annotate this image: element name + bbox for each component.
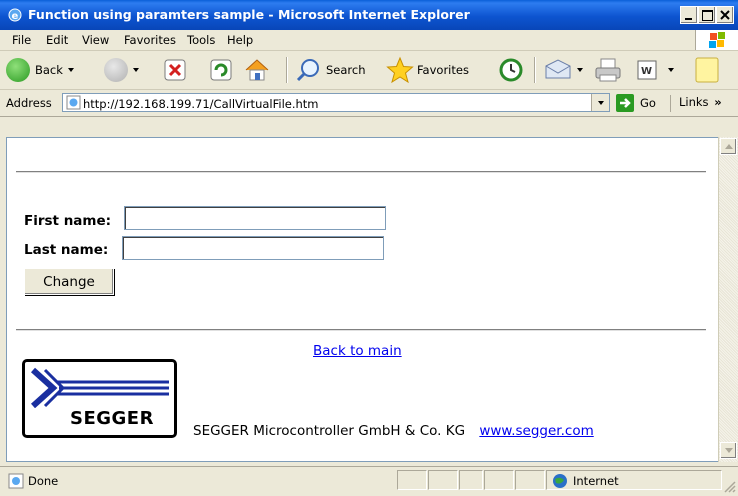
note-icon xyxy=(695,57,719,83)
title-bar: e Function using paramters sample - Micr… xyxy=(0,0,738,30)
messenger-button[interactable] xyxy=(694,55,720,85)
status-cell xyxy=(397,470,427,490)
company-name: SEGGER Microcontroller GmbH & Co. KG xyxy=(193,423,466,439)
history-icon xyxy=(499,58,523,82)
window-title: Function using paramters sample - Micros… xyxy=(28,7,470,22)
menu-view[interactable]: View xyxy=(82,33,109,47)
ie-icon: e xyxy=(8,8,22,22)
divider xyxy=(16,329,706,331)
stop-icon xyxy=(164,59,186,81)
search-icon xyxy=(296,59,319,82)
go-label: Go xyxy=(640,96,656,110)
home-icon xyxy=(245,59,269,81)
address-dropdown-button[interactable] xyxy=(591,94,609,111)
star-icon xyxy=(386,56,414,84)
refresh-icon xyxy=(210,59,232,81)
chevron-down-icon xyxy=(598,101,604,105)
status-text: Done xyxy=(28,474,59,488)
address-url: http://192.168.199.71/CallVirtualFile.ht… xyxy=(83,97,319,111)
maximize-icon xyxy=(702,10,713,21)
chevron-down-icon xyxy=(67,68,74,72)
chevron-up-icon xyxy=(725,144,733,149)
divider xyxy=(16,171,706,173)
scroll-up-button[interactable] xyxy=(720,138,737,155)
go-button[interactable]: Go xyxy=(616,94,656,112)
mail-icon xyxy=(545,59,571,79)
minimize-icon xyxy=(685,18,692,20)
status-cell xyxy=(515,470,545,490)
svg-text:e: e xyxy=(12,11,19,22)
toolbar-separator xyxy=(534,57,536,83)
menu-bar: File Edit View Favorites Tools Help xyxy=(0,30,738,51)
stop-button[interactable] xyxy=(164,55,186,85)
search-button[interactable]: Search xyxy=(296,55,366,85)
windows-logo xyxy=(695,30,738,50)
maximize-button[interactable] xyxy=(698,6,716,24)
favorites-button[interactable]: Favorites xyxy=(386,55,469,85)
status-cell xyxy=(428,470,458,490)
menu-favorites[interactable]: Favorites xyxy=(124,33,176,47)
page-done-icon xyxy=(8,473,24,489)
segger-logo-mark xyxy=(30,367,169,408)
close-icon xyxy=(720,10,730,20)
minimize-button[interactable] xyxy=(680,6,698,24)
status-bar: Done Internet xyxy=(0,466,738,496)
change-button[interactable]: Change xyxy=(24,268,114,295)
toolbar: Back Search Favorites W xyxy=(0,51,738,90)
menu-edit[interactable]: Edit xyxy=(46,33,68,47)
close-button[interactable] xyxy=(716,6,734,24)
logo-text: SEGGER xyxy=(70,408,154,429)
edit-button[interactable]: W xyxy=(636,55,674,85)
scroll-down-button[interactable] xyxy=(720,442,737,459)
first-name-input[interactable] xyxy=(124,206,386,230)
refresh-button[interactable] xyxy=(210,55,232,85)
page-icon xyxy=(66,95,81,110)
chevron-down-icon xyxy=(577,68,583,72)
history-button[interactable] xyxy=(498,55,524,85)
address-input[interactable]: http://192.168.199.71/CallVirtualFile.ht… xyxy=(62,93,610,112)
toolbar-separator xyxy=(286,57,288,83)
forward-arrow-icon xyxy=(104,58,128,82)
back-arrow-icon xyxy=(6,58,30,82)
menu-help[interactable]: Help xyxy=(227,33,253,47)
zone-label: Internet xyxy=(573,474,619,488)
segger-logo: SEGGER xyxy=(22,359,177,438)
browser-window: e Function using paramters sample - Micr… xyxy=(0,0,738,496)
address-bar: Address http://192.168.199.71/CallVirtua… xyxy=(0,90,738,117)
resize-grip-icon[interactable] xyxy=(722,479,736,493)
back-label: Back xyxy=(35,63,63,77)
print-button[interactable] xyxy=(594,55,622,85)
segger-website-link[interactable]: www.segger.com xyxy=(479,423,593,439)
globe-icon xyxy=(553,474,567,488)
last-name-input[interactable] xyxy=(122,236,384,260)
first-name-label: First name: xyxy=(24,213,112,229)
links-button[interactable]: Links » xyxy=(670,95,722,112)
svg-text:W: W xyxy=(641,66,652,77)
word-icon: W xyxy=(637,60,657,80)
forward-button[interactable] xyxy=(104,55,139,85)
favorites-label: Favorites xyxy=(417,63,469,77)
back-to-main-link[interactable]: Back to main xyxy=(313,343,402,359)
windows-flag-icon xyxy=(709,32,725,48)
status-cell xyxy=(459,470,483,490)
chevron-down-icon xyxy=(725,448,733,453)
search-label: Search xyxy=(326,63,366,77)
chevron-down-icon xyxy=(133,68,139,72)
status-cell xyxy=(484,470,514,490)
back-button[interactable]: Back xyxy=(6,55,74,85)
vertical-scrollbar[interactable] xyxy=(718,137,738,462)
menu-file[interactable]: File xyxy=(12,33,31,47)
chevron-down-icon xyxy=(668,68,674,72)
menu-tools[interactable]: Tools xyxy=(187,33,215,47)
links-label: Links xyxy=(679,95,709,109)
address-label: Address xyxy=(6,96,52,110)
go-arrow-icon xyxy=(616,94,634,112)
chevron-right-icon: » xyxy=(714,95,722,109)
printer-icon xyxy=(595,58,621,82)
last-name-label: Last name: xyxy=(24,242,109,258)
mail-button[interactable] xyxy=(544,55,583,85)
footer: SEGGER Microcontroller GmbH & Co. KG www… xyxy=(193,423,594,439)
security-zone: Internet xyxy=(552,473,619,489)
home-button[interactable] xyxy=(244,55,270,85)
